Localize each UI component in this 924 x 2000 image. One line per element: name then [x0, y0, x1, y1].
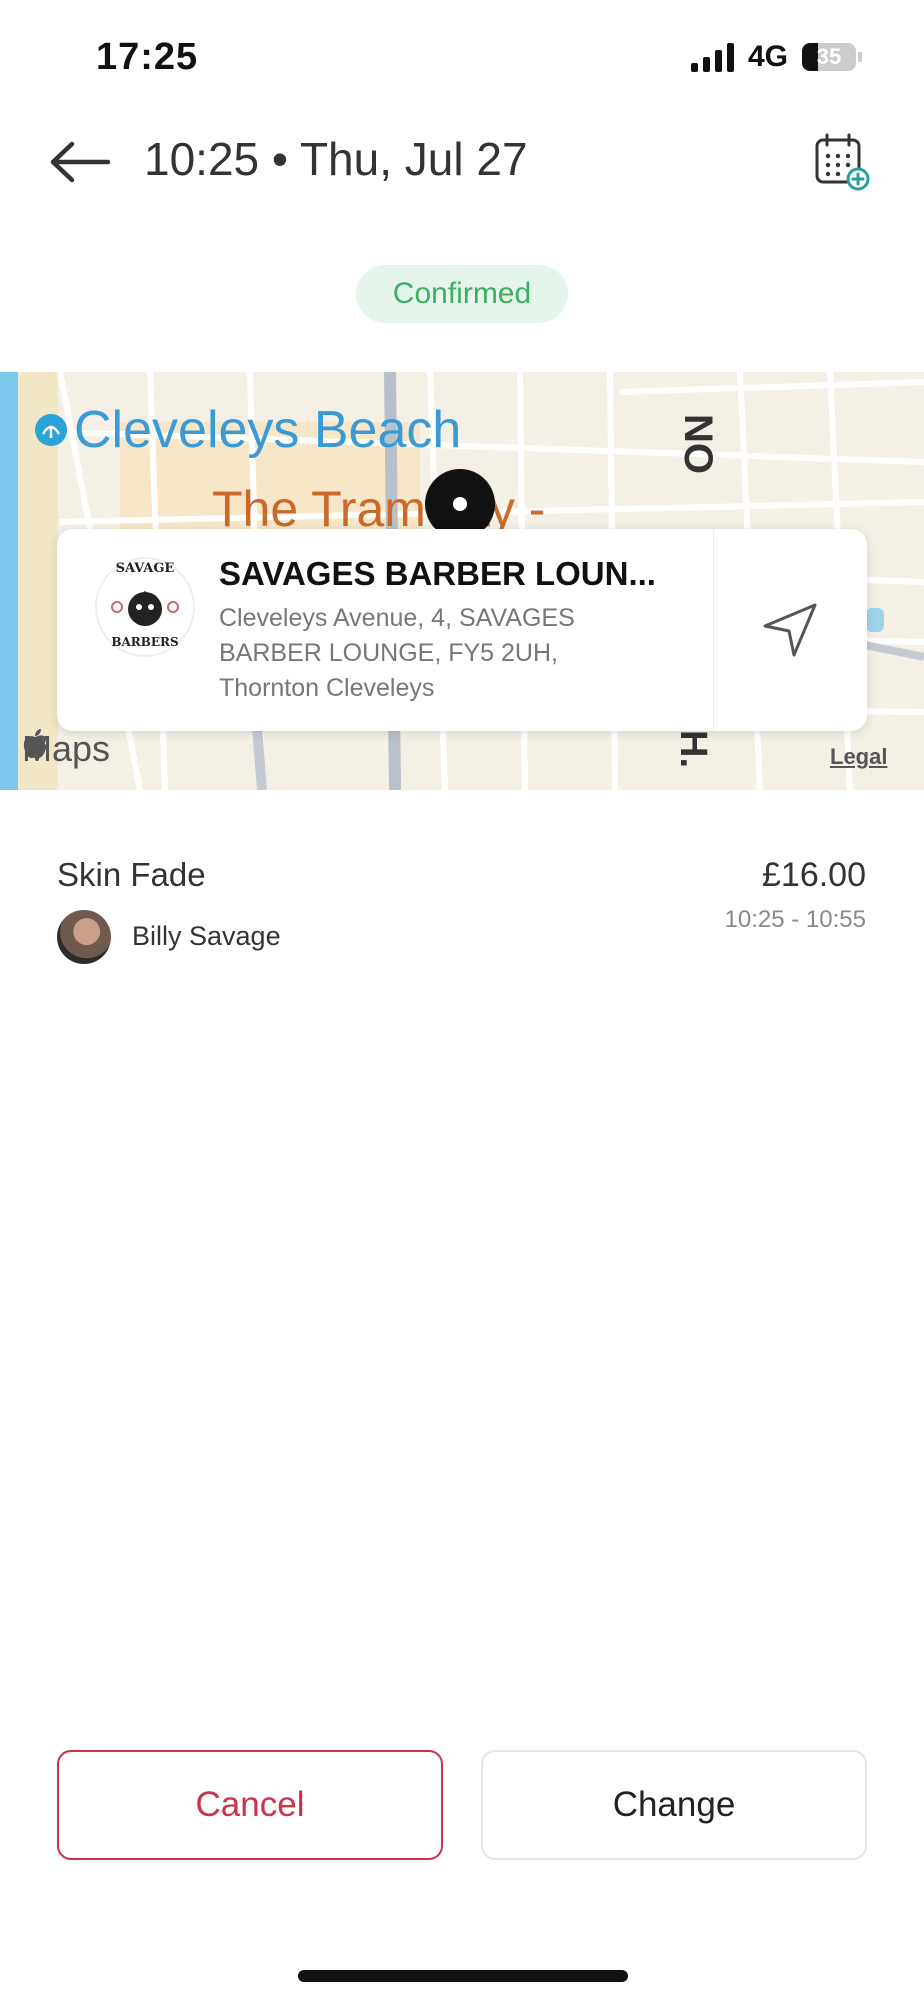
map-legal-link[interactable]: Legal [830, 744, 887, 770]
avatar [57, 910, 111, 964]
navigation-button[interactable] [713, 529, 867, 731]
battery-level: 35 [816, 44, 842, 69]
battery-icon: 35 [802, 43, 856, 71]
cancel-button[interactable]: Cancel [57, 1750, 443, 1860]
logo-text-top: SAVAGE [115, 561, 175, 576]
page-title: 10:25 • Thu, Jul 27 [144, 133, 528, 185]
navigation-arrow-icon [763, 603, 817, 657]
apple-logo-icon [23, 729, 47, 759]
calendar-add-icon[interactable] [812, 132, 872, 192]
arrow-left-icon[interactable] [48, 140, 112, 184]
map-label-beach: Cleveleys Beach [74, 401, 462, 459]
apple-maps-attribution: Maps [22, 728, 110, 770]
service-price: £16.00 [762, 856, 866, 894]
staff-name: Billy Savage [132, 921, 281, 951]
map-label-road-bottom: H. [672, 730, 714, 768]
shop-logo: SAVAGE BARBERS [95, 557, 195, 657]
service-name: Skin Fade [57, 856, 206, 893]
shop-name: SAVAGES BARBER LOUN... [219, 555, 656, 592]
signal-icon [690, 42, 734, 72]
location-card[interactable]: SAVAGE BARBERS SAVAGES BARBER LOUN... Cl… [57, 529, 867, 731]
service-time: 10:25 - 10:55 [724, 906, 866, 933]
map-label-road: NO [676, 414, 720, 474]
status-time: 17:25 [96, 36, 199, 78]
status-badge: Confirmed [356, 265, 568, 323]
shop-address: Cleveleys Avenue, 4, SAVAGES BARBER LOUN… [219, 604, 575, 702]
home-indicator[interactable] [298, 1970, 628, 1982]
network-type: 4G [747, 40, 788, 73]
change-button[interactable]: Change [481, 1750, 867, 1860]
logo-text-bottom: BARBERS [111, 635, 179, 649]
status-indicators: 4G 35 [690, 40, 862, 74]
